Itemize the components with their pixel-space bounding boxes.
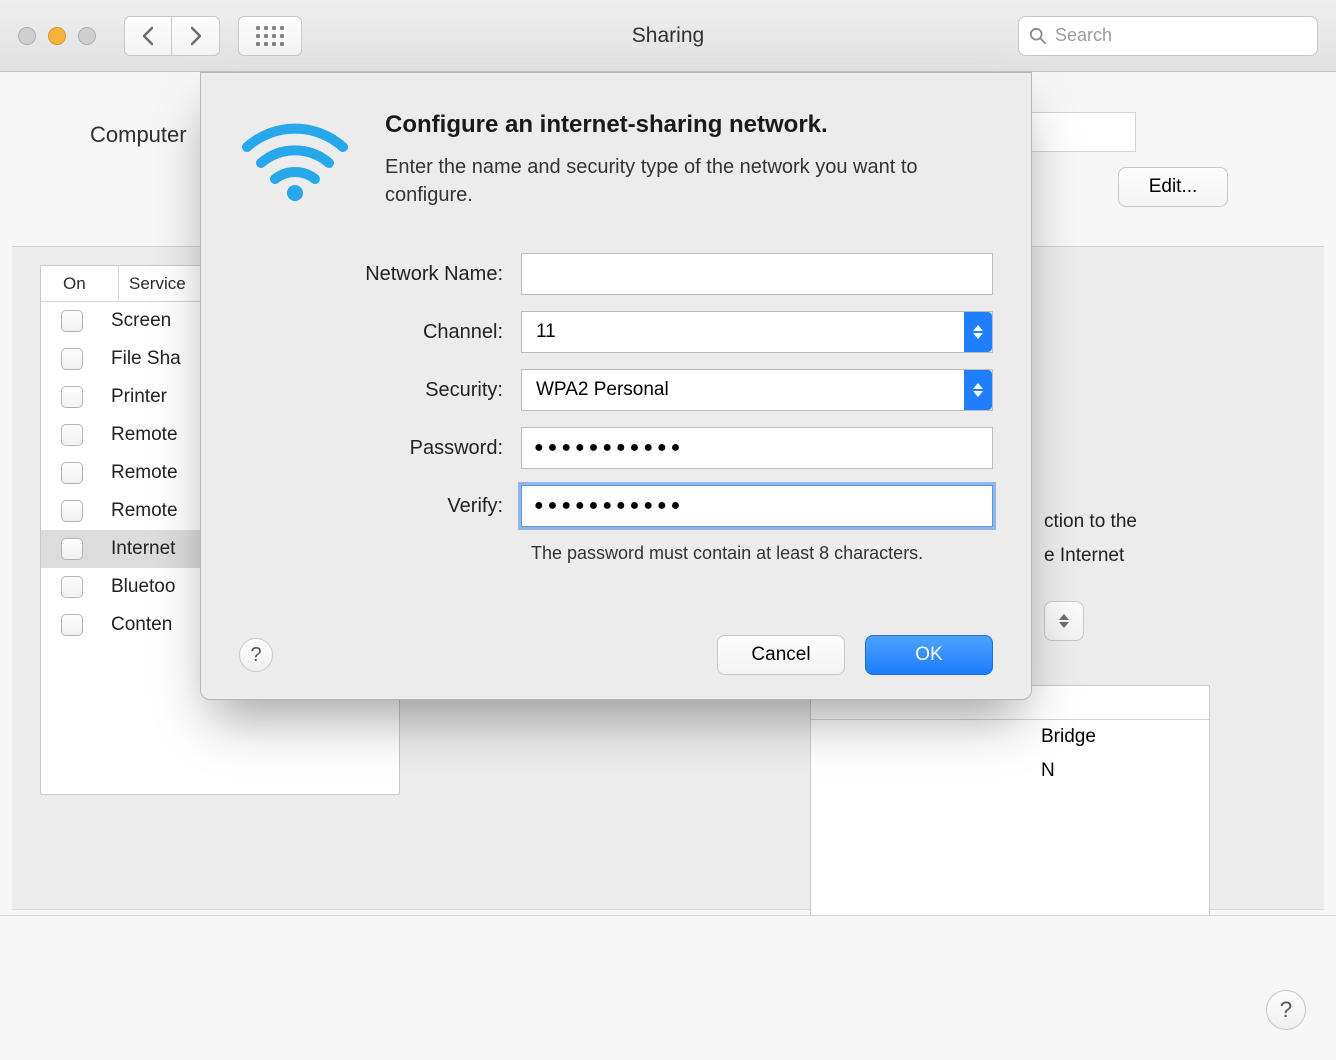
security-select[interactable]: WPA2 Personal — [521, 369, 993, 411]
close-window-button[interactable] — [18, 27, 36, 45]
search-icon — [1029, 27, 1047, 45]
maximize-window-button[interactable] — [78, 27, 96, 45]
help-button[interactable]: ? — [1266, 990, 1306, 1030]
titlebar: Sharing — [0, 0, 1336, 72]
column-on[interactable]: On — [41, 266, 119, 301]
show-all-preferences-button[interactable] — [238, 16, 302, 56]
password-input[interactable]: ●●●●●●●●●●● — [521, 427, 993, 469]
select-arrows-icon — [964, 370, 992, 410]
service-checkbox[interactable] — [61, 462, 83, 484]
wifi-icon — [239, 111, 351, 203]
search-input[interactable] — [1055, 25, 1307, 46]
description-text-fragment: ction to the — [1044, 511, 1264, 533]
sheet-subtitle: Enter the name and security type of the … — [385, 153, 945, 209]
service-label: File Sha — [111, 348, 181, 370]
service-checkbox[interactable] — [61, 310, 83, 332]
security-label: Security: — [239, 379, 521, 402]
service-label: Conten — [111, 614, 172, 636]
security-value: WPA2 Personal — [536, 379, 669, 401]
nav-buttons — [124, 16, 220, 56]
configure-sheet: Configure an internet-sharing network. E… — [200, 72, 1032, 700]
verify-label: Verify: — [239, 495, 521, 518]
stepper-up-icon — [1059, 614, 1069, 620]
stepper[interactable] — [1044, 601, 1084, 641]
password-hint: The password must contain at least 8 cha… — [531, 543, 993, 564]
port-row[interactable]: N — [811, 754, 1209, 788]
sheet-form: Network Name: Channel: 11 Security: WPA2… — [239, 253, 993, 564]
edit-button[interactable]: Edit... — [1118, 167, 1228, 207]
service-checkbox[interactable] — [61, 386, 83, 408]
forward-button[interactable] — [172, 16, 220, 56]
search-box[interactable] — [1018, 16, 1318, 56]
service-label: Screen — [111, 310, 171, 332]
password-label: Password: — [239, 437, 521, 460]
service-checkbox[interactable] — [61, 538, 83, 560]
back-button[interactable] — [124, 16, 172, 56]
service-checkbox[interactable] — [61, 576, 83, 598]
verify-input[interactable]: ●●●●●●●●●●● — [521, 485, 993, 527]
footer: ? — [0, 915, 1336, 1060]
service-label: Remote — [111, 424, 178, 446]
stepper-down-icon — [1059, 622, 1069, 628]
channel-label: Channel: — [239, 321, 521, 344]
network-name-label: Network Name: — [239, 263, 521, 286]
chevron-right-icon — [189, 26, 203, 46]
help-button[interactable]: ? — [239, 638, 273, 672]
channel-select[interactable]: 11 — [521, 311, 993, 353]
service-checkbox[interactable] — [61, 500, 83, 522]
service-label: Remote — [111, 462, 178, 484]
port-row[interactable]: Bridge — [811, 720, 1209, 754]
service-label: Bluetoo — [111, 576, 175, 598]
service-checkbox[interactable] — [61, 348, 83, 370]
cancel-button[interactable]: Cancel — [717, 635, 845, 675]
service-label: Printer — [111, 386, 167, 408]
service-label: Internet — [111, 538, 175, 560]
network-name-input[interactable] — [521, 253, 993, 295]
ok-button[interactable]: OK — [865, 635, 993, 675]
channel-value: 11 — [536, 321, 556, 343]
traffic-lights — [18, 27, 96, 45]
grid-icon — [256, 26, 284, 46]
service-label: Remote — [111, 500, 178, 522]
minimize-window-button[interactable] — [48, 27, 66, 45]
chevron-left-icon — [141, 26, 155, 46]
port-list: BridgeN — [810, 685, 1210, 925]
sheet-title: Configure an internet-sharing network. — [385, 111, 945, 139]
service-checkbox[interactable] — [61, 614, 83, 636]
service-checkbox[interactable] — [61, 424, 83, 446]
description-text-fragment: e Internet — [1044, 545, 1124, 567]
select-arrows-icon — [964, 312, 992, 352]
computer-name-field[interactable] — [1016, 112, 1136, 152]
computer-name-label: Computer — [90, 122, 187, 148]
